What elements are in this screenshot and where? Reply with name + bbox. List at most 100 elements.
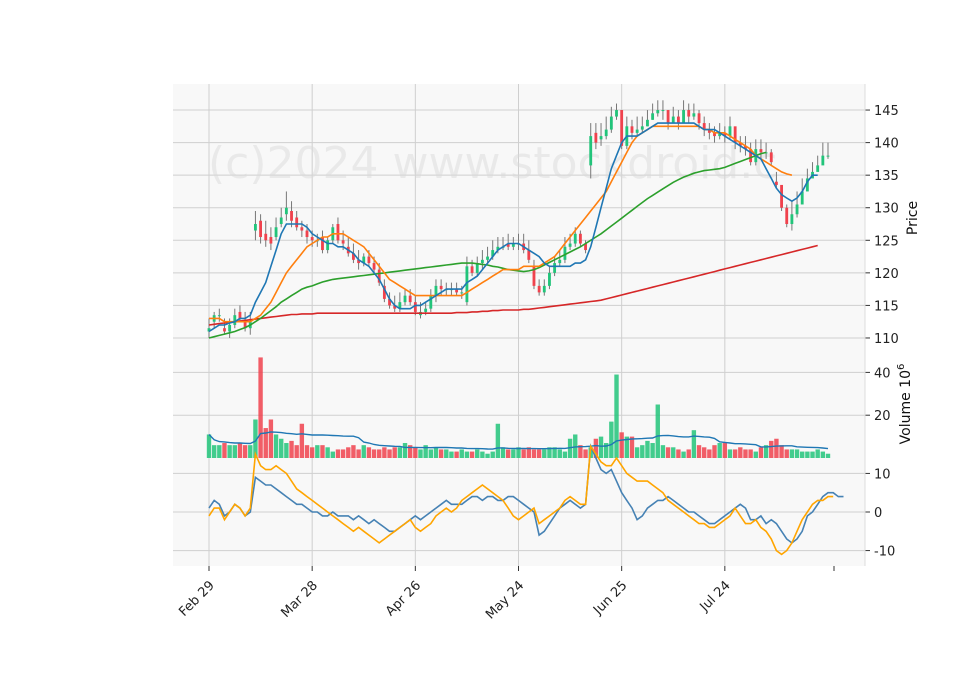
volume-axis-label-base: Volume 10 — [898, 370, 914, 444]
volume-bar — [691, 430, 697, 458]
volume-bar — [686, 449, 691, 458]
candle-body — [223, 328, 226, 332]
candle-body — [486, 256, 489, 260]
candle-body — [424, 308, 428, 312]
volume-bar — [645, 440, 650, 458]
volume-bar — [743, 449, 748, 458]
volume-bar — [815, 449, 820, 458]
candle-body — [661, 110, 665, 112]
volume-bar — [371, 449, 377, 458]
volume-bar — [805, 451, 810, 458]
volume-bar — [346, 447, 351, 458]
volume-bar — [330, 451, 335, 458]
candle-body — [336, 224, 340, 241]
volume-bar — [665, 447, 671, 458]
volume-bar — [531, 449, 537, 458]
price-y-tick-label: 125 — [874, 234, 899, 249]
candle-body — [341, 240, 345, 244]
candle-body — [687, 110, 691, 117]
candle-body — [290, 210, 293, 221]
volume-panel: 20 40 Volume 106 — [173, 351, 914, 458]
candle-body — [413, 302, 417, 312]
volume-bar — [211, 445, 217, 458]
volume-bar — [232, 445, 237, 458]
volume-bar — [753, 451, 758, 458]
candle-body — [573, 233, 577, 244]
volume-bar — [583, 449, 588, 458]
volume-bar — [459, 449, 464, 458]
volume-bar — [712, 445, 717, 458]
candle-body — [635, 129, 639, 133]
volume-bar — [449, 451, 454, 458]
volume-bar — [707, 449, 712, 458]
volume-bar — [222, 443, 227, 458]
volume-bar — [294, 445, 299, 458]
volume-bar — [634, 447, 640, 458]
volume-bar — [268, 419, 274, 458]
volume-bar — [681, 451, 686, 458]
candle-body — [816, 165, 820, 172]
volume-bar — [598, 436, 604, 458]
volume-bar — [557, 449, 562, 458]
volume-bar — [464, 451, 470, 458]
oscillator-y-tick-label: -10 — [874, 545, 895, 560]
price-y-tick-label: 130 — [874, 202, 899, 217]
candle-body — [568, 243, 572, 247]
volume-bar — [774, 438, 779, 458]
volume-bar — [655, 404, 660, 458]
volume-bar — [521, 449, 526, 458]
volume-bar — [382, 447, 387, 458]
volume-bar — [676, 449, 681, 458]
price-axis-label: Price — [905, 201, 921, 235]
candle-body — [310, 237, 314, 241]
volume-bar — [392, 447, 397, 458]
candle-body — [790, 214, 794, 225]
volume-bar — [206, 434, 212, 458]
volume-bar — [485, 453, 490, 458]
candle-body — [326, 240, 330, 251]
volume-bar — [248, 445, 253, 458]
price-y-tick-label: 140 — [874, 137, 899, 152]
volume-bar — [732, 449, 738, 458]
candle-body — [408, 295, 412, 303]
candle-body — [666, 110, 670, 124]
volume-bar — [454, 451, 459, 458]
candle-body — [697, 113, 701, 124]
price-panel: (c)2024 www.stockdroid.c 110 115 120 125 130… — [173, 84, 921, 351]
volume-bar — [258, 357, 263, 458]
candle-body — [826, 155, 830, 157]
volume-bar — [299, 423, 305, 458]
candle-body — [553, 263, 557, 273]
candle-body — [656, 110, 660, 114]
candle-body — [372, 263, 376, 270]
volume-bar — [340, 449, 346, 458]
candle-body — [692, 113, 696, 117]
candle-body — [615, 110, 618, 117]
volume-bar — [356, 449, 361, 458]
candle-body — [604, 129, 608, 137]
volume-bar — [315, 445, 320, 458]
volume-bar — [614, 374, 619, 458]
volume-bar — [495, 423, 501, 458]
volume-bar — [377, 449, 382, 458]
volume-bar — [438, 449, 444, 458]
candle-body — [480, 259, 484, 264]
volume-bar — [335, 449, 341, 458]
volume-bar — [660, 445, 666, 458]
volume-bar — [418, 449, 423, 458]
volume-bar — [542, 449, 547, 458]
candle-body — [676, 116, 680, 124]
volume-y-tick-label: 40 — [874, 366, 891, 381]
candle-body — [548, 272, 551, 286]
candle-body — [682, 110, 685, 124]
candle-body — [769, 152, 773, 163]
volume-bar — [820, 451, 826, 458]
price-y-tick-label: 120 — [874, 267, 899, 282]
volume-bar — [433, 447, 439, 458]
candle-body — [599, 136, 603, 140]
candle-body — [264, 233, 268, 241]
volume-bar — [640, 445, 645, 458]
oscillator-panel: -10 0 10 — [173, 443, 895, 566]
candle-body — [217, 315, 221, 317]
volume-bar — [619, 432, 624, 458]
